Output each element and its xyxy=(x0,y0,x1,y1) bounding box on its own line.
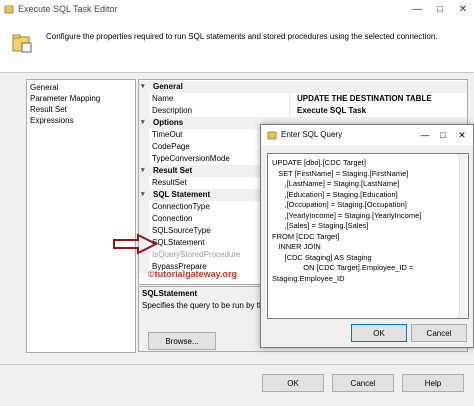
nav-item-general[interactable]: General xyxy=(30,83,58,92)
task-icon xyxy=(12,34,32,53)
cancel-button[interactable]: Cancel xyxy=(332,374,394,392)
dialog-minimize-icon[interactable]: — xyxy=(415,125,435,145)
query-line: [CDC Staging] AS Staging xyxy=(272,252,372,262)
browse-button[interactable]: Browse... xyxy=(148,332,216,350)
dialog-titlebar: Enter SQL Query — □ ✕ xyxy=(261,125,473,145)
collapse-icon[interactable]: ▾ xyxy=(141,118,145,126)
enter-sql-query-dialog: Enter SQL Query — □ ✕ UPDATE [dbo].[CDC … xyxy=(260,124,474,348)
query-line: ,[Sales] = Staging.[Sales] xyxy=(272,221,369,230)
editor-header: Configure the properties required to run… xyxy=(0,20,474,73)
query-line: UPDATE [dbo].[CDC Target] xyxy=(272,158,366,167)
window-titlebar: Execute SQL Task Editor — □ ✕ xyxy=(0,0,474,21)
help-button[interactable]: Help xyxy=(402,374,464,392)
query-line: FROM [CDC Target] xyxy=(272,231,340,241)
nav-item-result-set[interactable]: Result Set xyxy=(30,105,67,114)
query-line: ,[Occupation] = Staging.[Occupation] xyxy=(272,200,407,209)
category-general[interactable]: ▾ General xyxy=(139,81,467,93)
dialog-maximize-icon[interactable]: □ xyxy=(433,125,453,145)
query-line: ON [CDC Target].Employee_ID = xyxy=(272,263,414,272)
header-description: Configure the properties required to run… xyxy=(46,32,438,41)
description-title: SQLStatement xyxy=(142,289,198,298)
query-line: ,[YearlyIncome] = Staging.[YearlyIncome] xyxy=(272,210,422,220)
ok-button[interactable]: OK xyxy=(262,374,324,392)
dialog-app-icon xyxy=(267,131,277,140)
watermark: ©tutorialgateway.org xyxy=(148,269,237,279)
query-line: SET [FirstName] = Staging.[FirstName] xyxy=(272,168,409,178)
dialog-title: Enter SQL Query xyxy=(281,130,343,139)
collapse-icon[interactable]: ▾ xyxy=(141,82,145,90)
nav-item-expressions[interactable]: Expressions xyxy=(30,116,74,125)
property-description[interactable]: Description Execute SQL Task xyxy=(139,105,467,117)
description-text: Specifies the query to be run by the xyxy=(142,301,268,310)
maximize-icon[interactable]: □ xyxy=(429,0,451,20)
collapse-icon[interactable]: ▾ xyxy=(141,166,145,174)
window-title: Execute SQL Task Editor xyxy=(18,4,118,14)
nav-item-parameter-mapping[interactable]: Parameter Mapping xyxy=(30,94,100,103)
sql-query-textarea[interactable]: UPDATE [dbo].[CDC Target] SET [FirstName… xyxy=(267,153,469,319)
query-scrollbar[interactable] xyxy=(459,154,468,318)
page-navigation: General Parameter Mapping Result Set Exp… xyxy=(26,79,136,353)
dialog-cancel-button[interactable]: Cancel xyxy=(411,324,467,342)
query-line: INNER JOIN xyxy=(272,242,321,251)
footer-divider xyxy=(0,364,474,365)
minimize-icon[interactable]: — xyxy=(406,0,428,20)
dialog-close-icon[interactable]: ✕ xyxy=(452,125,472,145)
query-line: ,[Education] = Staging.[Education] xyxy=(272,189,398,199)
query-line: ,[LastName] = Staging.[LastName] xyxy=(272,179,400,188)
close-icon[interactable]: ✕ xyxy=(452,0,474,20)
query-line: Staging.Employee_ID xyxy=(272,273,345,283)
pointer-arrow-icon xyxy=(113,233,158,255)
dialog-ok-button[interactable]: OK xyxy=(351,324,407,342)
app-icon xyxy=(4,5,14,14)
property-name[interactable]: Name UPDATE THE DESTINATION TABLE xyxy=(139,93,467,105)
collapse-icon[interactable]: ▾ xyxy=(141,190,145,198)
